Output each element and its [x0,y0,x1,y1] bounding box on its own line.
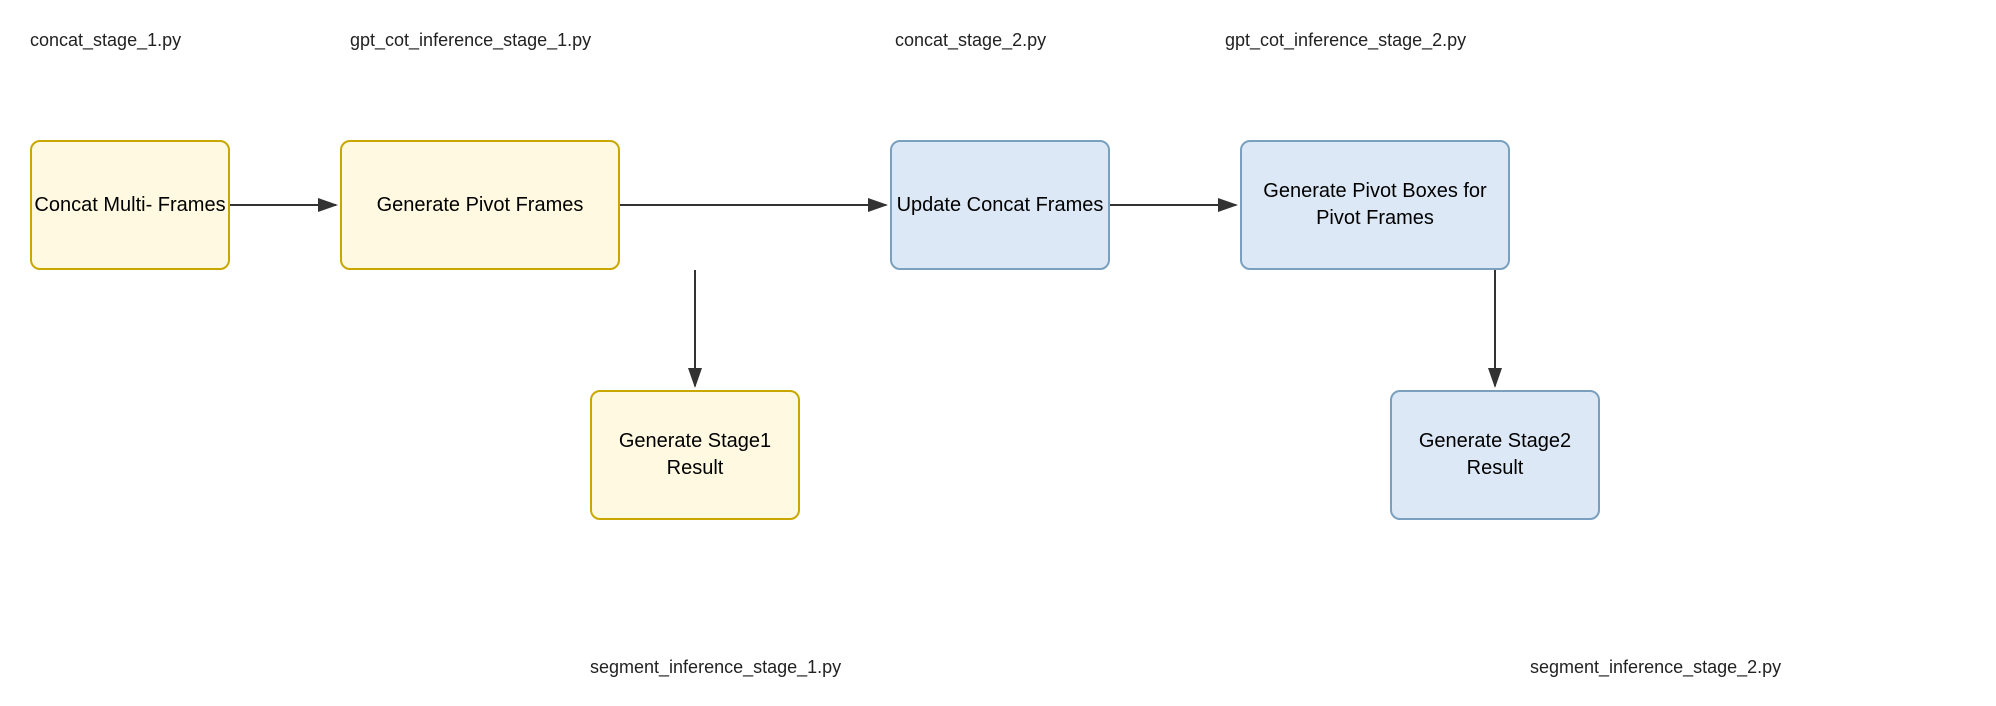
node-generate-pivot-boxes: Generate Pivot Boxes for Pivot Frames [1240,140,1510,270]
node-stage1-result: Generate Stage1 Result [590,390,800,520]
node-generate-pivot-frames: Generate Pivot Frames [340,140,620,270]
arrows-svg [0,0,1996,706]
file-label-gpt2: gpt_cot_inference_stage_2.py [1225,30,1466,51]
file-label-segment1: segment_inference_stage_1.py [590,657,841,678]
file-label-concat1: concat_stage_1.py [30,30,181,51]
node-update-concat-frames: Update Concat Frames [890,140,1110,270]
node-concat-multiframes: Concat Multi- Frames [30,140,230,270]
diagram-container: concat_stage_1.py gpt_cot_inference_stag… [0,0,1996,706]
file-label-gpt1: gpt_cot_inference_stage_1.py [350,30,591,51]
file-label-segment2: segment_inference_stage_2.py [1530,657,1781,678]
node-stage2-result: Generate Stage2 Result [1390,390,1600,520]
file-label-concat2: concat_stage_2.py [895,30,1046,51]
